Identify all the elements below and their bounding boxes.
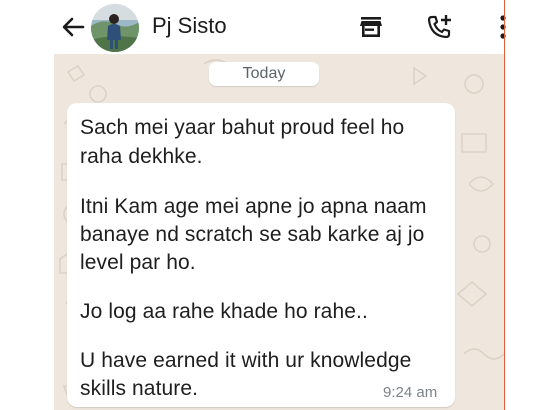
- message-line: Jo log aa rahe khade ho rahe..: [80, 300, 368, 323]
- avatar[interactable]: [91, 4, 139, 52]
- message-line: U have earned it with ur knowledge: [80, 349, 412, 372]
- date-chip: Today: [209, 62, 319, 86]
- back-arrow-icon[interactable]: [58, 12, 88, 42]
- more-vert-icon[interactable]: [488, 12, 518, 42]
- message-line: banaye nd scratch se sab karke aj jo: [80, 223, 425, 246]
- chat-header: Pj Sisto: [0, 0, 558, 54]
- message-line: Itni Kam age mei apne jo apna naam: [80, 195, 427, 218]
- right-edge-line: [504, 0, 505, 410]
- date-chip-label: Today: [242, 65, 286, 82]
- message-line: Sach mei yaar bahut proud feel ho: [80, 116, 405, 139]
- message-line: skills nature.: [80, 377, 199, 400]
- message-line: raha dekhke.: [80, 145, 203, 168]
- message-timestamp: 9:24 am: [383, 384, 438, 401]
- contact-name[interactable]: Pj Sisto: [152, 12, 227, 40]
- message-line: level par ho.: [80, 251, 196, 274]
- add-call-icon[interactable]: [424, 12, 454, 42]
- avatar-photo: [91, 4, 139, 52]
- store-icon[interactable]: [356, 12, 386, 42]
